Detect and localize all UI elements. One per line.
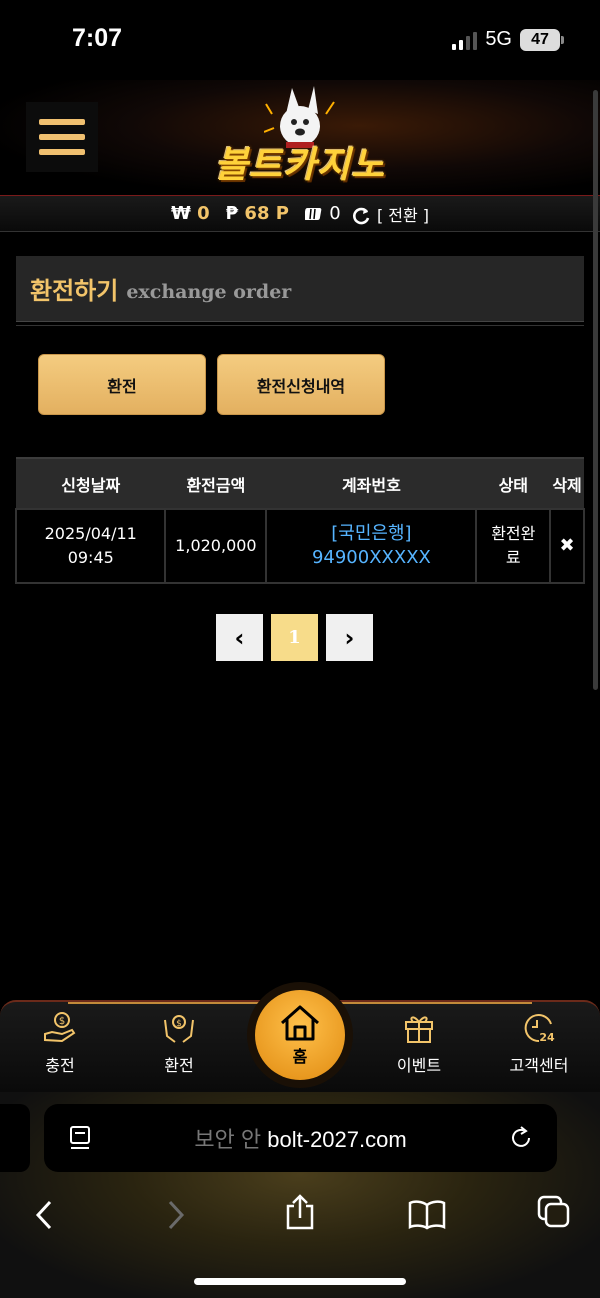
current-page-button[interactable]: 1 [271,614,318,661]
svg-text:$: $ [176,1019,182,1029]
site-header: 볼트카지노 [0,80,600,196]
signal-icon [452,30,478,50]
nav-charge-label: 충전 [45,1056,75,1075]
point-symbol: ₱ [225,203,239,224]
home-icon [281,1005,319,1041]
support-24-icon: 24 [524,1014,555,1044]
home-indicator[interactable] [194,1278,406,1285]
col-status: 상태 [476,457,551,509]
chip-balance: 0 [303,203,341,224]
next-page-button[interactable]: › [326,614,373,661]
cell-date: 2025/04/11 09:45 [14,508,167,584]
delete-icon[interactable]: ✖ [549,508,585,584]
url-text: bolt-2027.com [267,1127,407,1152]
previous-tab[interactable] [0,1104,30,1172]
exchange-button[interactable]: 환전 [38,354,206,415]
won-balance: ₩ 0 [171,203,210,224]
col-date: 신청날짜 [16,457,166,509]
nav-event-label: 이벤트 [396,1056,442,1075]
svg-text:$: $ [59,1016,65,1027]
nav-support[interactable]: 24 고객센터 [489,1010,589,1076]
chip-amount: 0 [329,203,341,224]
prev-page-button[interactable]: ‹ [216,614,263,661]
share-icon[interactable] [284,1194,316,1230]
nav-charge[interactable]: $ 충전 [10,1010,110,1076]
nav-exchange-label: 환전 [164,1056,194,1075]
reload-icon[interactable] [507,1123,537,1153]
page-subtitle: exchange order [126,280,292,303]
col-amount: 환전금액 [165,457,267,509]
convert-label: [ 전환 ] [376,205,430,225]
page-title: 환전하기 [30,277,119,305]
logo-text: 볼트카지노 [214,145,386,186]
nav-home[interactable]: 홈 [247,982,353,1088]
table-row: 2025/04/11 09:45 1,020,000 [국민은행] 94900X… [14,508,585,584]
nav-home-label: 홈 [292,1047,308,1066]
point-balance: ₱ 68 P [226,203,289,224]
refresh-icon [352,207,369,224]
status-right: 5G 47 [452,28,564,51]
date-value: 2025/04/11 [44,524,137,543]
col-delete: 삭제 [550,457,584,509]
bookmarks-icon[interactable] [408,1200,446,1230]
cell-account: [국민은행] 94900XXXXX [265,508,478,584]
network-label: 5G [485,28,512,50]
exchange-history-button[interactable]: 환전신청내역 [217,354,385,415]
wallet-bar: ₩ 0 ₱ 68 P 0 [ 전환 ] [0,196,600,232]
charge-icon: $ [44,1012,76,1043]
table-header-row: 신청날짜 환전금액 계좌번호 상태 삭제 [16,457,584,509]
account-number: 94900XXXXX [311,547,431,568]
tabs-icon[interactable] [536,1194,572,1230]
cell-amount: 1,020,000 [164,508,268,584]
page-title-panel: 환전하기 exchange order [16,256,584,322]
won-symbol: ₩ [170,203,191,224]
pagination: ‹ 1 › [216,614,373,661]
cell-status: 환전완료 [475,508,552,584]
time-value: 09:45 [67,548,114,567]
exchange-table: 신청날짜 환전금액 계좌번호 상태 삭제 2025/04/11 09:45 1,… [14,457,585,584]
address-bar[interactable]: 보안 안 bolt-2027.com [44,1104,557,1172]
nav-exchange[interactable]: $ 환전 [129,1010,229,1076]
col-account: 계좌번호 [266,457,477,509]
divider [16,325,584,326]
status-time: 7:07 [72,24,123,52]
site-logo[interactable]: 볼트카지노 [200,84,400,190]
svg-text:24: 24 [539,1031,555,1044]
nav-event[interactable]: 이벤트 [369,1010,469,1076]
menu-button[interactable] [26,102,98,172]
convert-button[interactable]: [ 전환 ] [351,202,429,226]
gift-icon [405,1016,433,1043]
won-amount: 0 [197,203,210,224]
back-icon[interactable] [30,1200,60,1230]
nav-support-label: 고객센터 [509,1056,569,1075]
hamburger-icon [39,119,85,125]
ticket-icon [303,208,322,220]
forward-icon[interactable] [160,1200,190,1230]
exchange-icon: $ [164,1015,194,1043]
battery-icon: 47 [520,28,564,51]
bank-name: [국민은행] [331,523,412,544]
scrollbar[interactable] [593,90,598,690]
point-amount: 68 P [244,203,289,224]
url-faded: 보안 안 [194,1127,268,1152]
status-bar: 7:07 5G 47 [0,0,600,80]
url-display[interactable]: 보안 안 bolt-2027.com [44,1122,557,1154]
